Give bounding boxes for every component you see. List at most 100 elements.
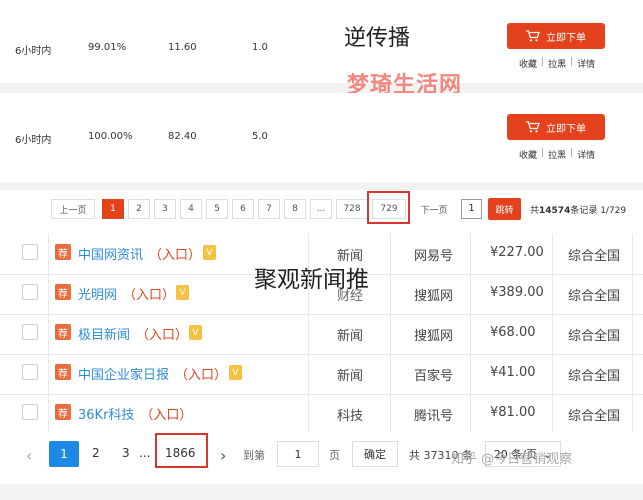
entry-link[interactable]: （入口） xyxy=(149,248,201,263)
row-links: 收藏 | 拉黑 | 详情 xyxy=(519,57,595,70)
page-button[interactable]: 3 xyxy=(154,199,176,219)
success-rate: 100.00% xyxy=(88,131,133,142)
recommend-badge: 荐 xyxy=(55,244,71,260)
region: 综合全国 xyxy=(568,249,621,264)
buy-now-button[interactable]: 立即下单 xyxy=(507,23,605,49)
region: 综合全国 xyxy=(568,329,621,344)
pagination-top: 上一页 1 2 3 4 5 6 7 8 ... 728 729 下一页 1 跳转… xyxy=(0,190,643,232)
row-checkbox[interactable] xyxy=(22,284,38,300)
page-ellipsis: ... xyxy=(310,199,332,219)
score: 1.0 xyxy=(252,42,268,53)
region: 综合全国 xyxy=(568,289,621,304)
region: 综合全国 xyxy=(568,369,621,384)
row-checkbox[interactable] xyxy=(22,244,38,260)
verified-badge: V xyxy=(203,245,216,260)
price: ¥227.00 xyxy=(490,245,544,260)
favorite-link[interactable]: 收藏 xyxy=(519,148,537,161)
link-separator: | xyxy=(541,148,545,158)
recommend-badge: 荐 xyxy=(55,284,71,300)
page-unit-label: 页 xyxy=(329,449,340,462)
block-link[interactable]: 拉黑 xyxy=(548,57,566,70)
link-separator: | xyxy=(570,57,574,67)
platform: 搜狐网 xyxy=(414,329,454,344)
next-arrow-icon[interactable]: › xyxy=(220,446,226,465)
pagination-bottom: ‹ 1 2 3 ... 1866 › 到第 1 页 确定 共 37310 条 2… xyxy=(0,432,643,484)
delivery-time: 6小时内 xyxy=(15,135,52,146)
platform: 百家号 xyxy=(414,369,454,384)
media-name[interactable]: 极目新闻 （入口） xyxy=(78,324,188,343)
entry-link[interactable]: （入口） xyxy=(140,408,192,423)
media-name[interactable]: 中国企业家日报 （入口） xyxy=(78,364,227,383)
buy-now-label: 立即下单 xyxy=(546,32,586,44)
delivery-time: 6小时内 xyxy=(15,46,52,57)
entry-link[interactable]: （入口） xyxy=(136,328,188,343)
order-row: 6小时内 99.01% 11.60 1.0 逆传播 梦琦生活网 立即下单 收藏 … xyxy=(0,0,643,98)
price: ¥389.00 xyxy=(490,285,544,300)
link-separator: | xyxy=(541,57,545,67)
page-button[interactable]: 1 xyxy=(102,199,124,219)
price: ¥81.00 xyxy=(490,405,536,420)
page-button[interactable]: 8 xyxy=(284,199,306,219)
detail-link[interactable]: 详情 xyxy=(577,148,595,161)
goto-label: 到第 xyxy=(243,449,265,462)
price: 11.60 xyxy=(168,42,197,53)
prev-page-button[interactable]: 上一页 xyxy=(51,199,95,219)
recommend-badge: 荐 xyxy=(55,404,71,420)
cart-icon xyxy=(526,121,540,133)
confirm-button[interactable]: 确定 xyxy=(352,441,398,467)
cart-icon xyxy=(526,30,540,42)
price: ¥41.00 xyxy=(490,365,536,380)
page-button[interactable]: 2 xyxy=(92,446,100,460)
jump-button[interactable]: 跳转 xyxy=(488,198,521,220)
favorite-link[interactable]: 收藏 xyxy=(519,57,537,70)
row-checkbox[interactable] xyxy=(22,404,38,420)
platform: 网易号 xyxy=(414,249,454,264)
entry-link[interactable]: （入口） xyxy=(123,288,175,303)
page-input[interactable]: 1 xyxy=(461,199,482,219)
page-button[interactable]: 2 xyxy=(128,199,150,219)
page-ellipsis: ... xyxy=(139,446,151,460)
row-links: 收藏 | 拉黑 | 详情 xyxy=(519,148,595,161)
detail-link[interactable]: 详情 xyxy=(577,57,595,70)
region: 综合全国 xyxy=(568,409,621,424)
page-button[interactable]: 7 xyxy=(258,199,280,219)
media-name[interactable]: 36Kr科技 （入口） xyxy=(78,404,192,423)
next-page-button[interactable]: 下一页 xyxy=(412,199,456,219)
order-row: 6小时内 100.00% 82.40 5.0 立即下单 收藏 | 拉黑 | 详情 xyxy=(0,93,643,182)
verified-badge: V xyxy=(229,365,242,380)
media-name[interactable]: 光明网 （入口） xyxy=(78,284,175,303)
page-button[interactable]: 4 xyxy=(180,199,202,219)
category: 新闻 xyxy=(337,369,364,384)
success-rate: 99.01% xyxy=(88,42,127,53)
prev-arrow-icon[interactable]: ‹ xyxy=(26,446,32,465)
buy-now-label: 立即下单 xyxy=(546,123,586,135)
entry-link[interactable]: （入口） xyxy=(175,368,227,383)
recommend-badge: 荐 xyxy=(55,364,71,380)
category: 科技 xyxy=(337,409,364,424)
platform: 搜狐网 xyxy=(414,289,454,304)
table-row: 荐 极目新闻 （入口） V 新闻 搜狐网 ¥68.00 综合全国 xyxy=(0,314,643,355)
page-button[interactable]: 6 xyxy=(232,199,254,219)
verified-badge: V xyxy=(189,325,202,340)
buy-now-button[interactable]: 立即下单 xyxy=(507,114,605,140)
bottom-panel: 荐 中国网资讯 （入口） V 新闻 网易号 ¥227.00 综合全国 聚观新闻推 … xyxy=(0,232,643,500)
overlay-title: 逆传播 xyxy=(344,26,411,51)
block-link[interactable]: 拉黑 xyxy=(548,148,566,161)
highlight-box xyxy=(367,191,410,224)
page-button[interactable]: 1 xyxy=(49,441,79,467)
row-checkbox[interactable] xyxy=(22,364,38,380)
page-button[interactable]: 728 xyxy=(336,199,368,219)
page-button[interactable]: 3 xyxy=(122,446,130,460)
row-checkbox[interactable] xyxy=(22,324,38,340)
top-panel: 6小时内 99.01% 11.60 1.0 逆传播 梦琦生活网 立即下单 收藏 … xyxy=(0,0,643,232)
highlight-box xyxy=(155,433,208,468)
platform: 腾讯号 xyxy=(414,409,454,424)
page-button[interactable]: 5 xyxy=(206,199,228,219)
page-input[interactable]: 1 xyxy=(277,441,319,467)
table-row: 荐 中国企业家日报 （入口） V 新闻 百家号 ¥41.00 综合全国 xyxy=(0,354,643,395)
media-name[interactable]: 中国网资讯 （入口） xyxy=(78,244,201,263)
verified-badge: V xyxy=(176,285,189,300)
price: 82.40 xyxy=(168,131,197,142)
zhihu-watermark: 知乎 @今日营销观察 xyxy=(451,452,573,467)
price: ¥68.00 xyxy=(490,325,536,340)
